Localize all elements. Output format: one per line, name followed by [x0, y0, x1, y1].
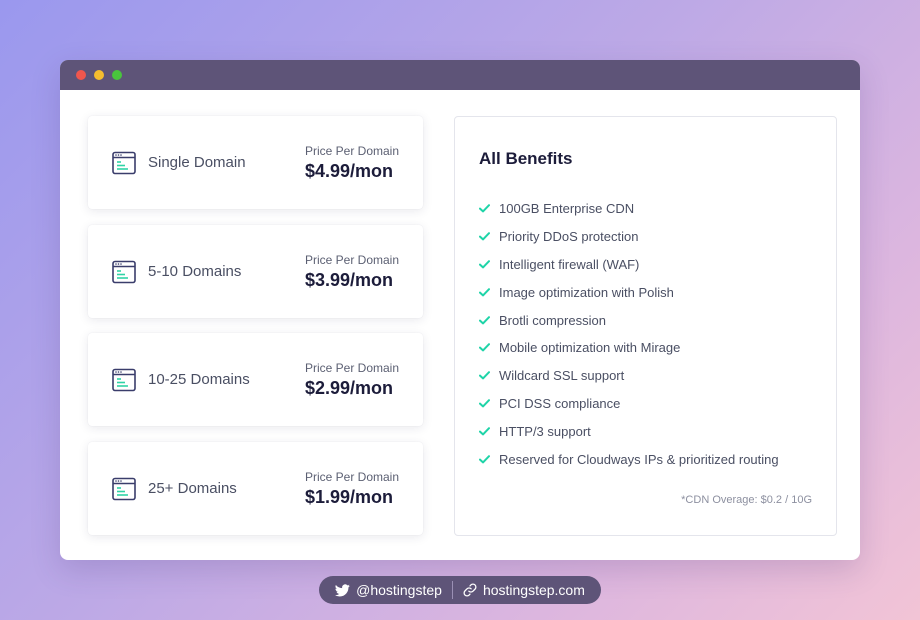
benefit-item: Brotli compression — [479, 306, 779, 334]
plan-card-single-domain[interactable]: Single Domain Price Per Domain $4.99/mon — [88, 116, 423, 209]
footer-credit-pill: @hostingstep hostingstep.com — [319, 576, 601, 604]
check-icon — [479, 204, 490, 213]
benefits-panel: All Benefits 100GB Enterprise CDN Priori… — [454, 116, 837, 536]
benefit-item: Priority DDoS protection — [479, 223, 779, 251]
plan-card-25-plus-domains[interactable]: 25+ Domains Price Per Domain $1.99/mon — [88, 442, 423, 535]
plan-name: 10-25 Domains — [148, 371, 250, 388]
price-label: Price Per Domain — [304, 252, 399, 267]
benefit-text: Image optimization with Polish — [499, 284, 674, 300]
check-icon — [479, 287, 490, 297]
price-label: Price Per Domain — [304, 143, 399, 158]
price-block: Price Per Domain $2.99/mon — [305, 361, 399, 399]
price-block: Price Per Domain $3.99/mon — [305, 253, 399, 291]
price-value: $3.99/mon — [304, 269, 394, 290]
pricing-content: Single Domain Price Per Domain $4.99/mon… — [60, 90, 860, 560]
benefit-text: PCI DSS compliance — [499, 395, 621, 411]
check-icon — [479, 343, 490, 352]
benefit-item: PCI DSS compliance — [479, 390, 779, 418]
benefit-item: Mobile optimization with Mirage — [479, 334, 779, 362]
price-block: Price Per Domain $1.99/mon — [305, 470, 399, 508]
benefit-text: HTTP/3 support — [499, 423, 591, 439]
check-icon — [479, 399, 490, 408]
price-value: $1.99/mon — [304, 486, 394, 507]
plan-card-5-10-domains[interactable]: 5-10 Domains Price Per Domain $3.99/mon — [88, 225, 423, 318]
benefit-text: 100GB Enterprise CDN — [499, 201, 635, 217]
plan-name: 5-10 Domains — [148, 263, 242, 280]
benefit-text: Priority DDoS protection — [499, 229, 639, 245]
price-block: Price Per Domain $4.99/mon — [305, 144, 399, 182]
plan-card-10-25-domains[interactable]: 10-25 Domains Price Per Domain $2.99/mon — [88, 333, 423, 426]
twitter-handle: @hostingstep — [356, 582, 442, 598]
close-window-button[interactable] — [76, 70, 86, 80]
check-icon — [479, 315, 490, 324]
browser-window-icon — [112, 477, 136, 500]
check-icon — [479, 260, 490, 269]
browser-window-icon — [112, 368, 136, 391]
benefit-text: Wildcard SSL support — [499, 368, 625, 384]
benefit-text: Reserved for Cloudways IPs & prioritized… — [499, 451, 779, 467]
price-value: $2.99/mon — [304, 377, 394, 398]
website-link[interactable]: hostingstep.com — [463, 582, 585, 598]
footer-divider — [451, 581, 453, 599]
maximize-window-button[interactable] — [112, 70, 122, 80]
browser-window-icon — [112, 260, 136, 283]
benefit-text: Intelligent firewall (WAF) — [499, 256, 640, 272]
price-value: $4.99/mon — [304, 160, 394, 181]
link-icon — [463, 583, 477, 597]
check-icon — [479, 426, 490, 436]
twitter-link[interactable]: @hostingstep — [335, 582, 442, 598]
benefit-item: Intelligent firewall (WAF) — [479, 251, 779, 279]
plan-name: 25+ Domains — [148, 480, 237, 497]
benefit-list: 100GB Enterprise CDN Priority DDoS prote… — [479, 195, 779, 473]
benefit-item: 100GB Enterprise CDN — [479, 195, 779, 223]
app-window: Single Domain Price Per Domain $4.99/mon… — [60, 60, 860, 560]
benefit-text: Brotli compression — [499, 312, 606, 328]
check-icon — [479, 454, 490, 463]
minimize-window-button[interactable] — [94, 70, 104, 80]
check-icon — [479, 371, 490, 380]
plan-name: Single Domain — [148, 154, 246, 171]
cdn-overage-note: *CDN Overage: $0.2 / 10G — [681, 494, 812, 506]
window-titlebar — [60, 60, 860, 90]
benefit-item: Wildcard SSL support — [479, 362, 779, 390]
benefits-title: All Benefits — [479, 149, 573, 168]
check-icon — [479, 232, 490, 241]
benefit-item: Image optimization with Polish — [479, 278, 779, 306]
browser-window-icon — [112, 151, 136, 174]
twitter-bird-icon — [335, 583, 350, 596]
price-label: Price Per Domain — [304, 469, 399, 484]
benefit-item: Reserved for Cloudways IPs & prioritized… — [479, 445, 779, 473]
price-label: Price Per Domain — [304, 360, 399, 375]
benefit-item: HTTP/3 support — [479, 417, 779, 445]
benefit-text: Mobile optimization with Mirage — [499, 340, 681, 356]
website-url: hostingstep.com — [482, 582, 585, 598]
